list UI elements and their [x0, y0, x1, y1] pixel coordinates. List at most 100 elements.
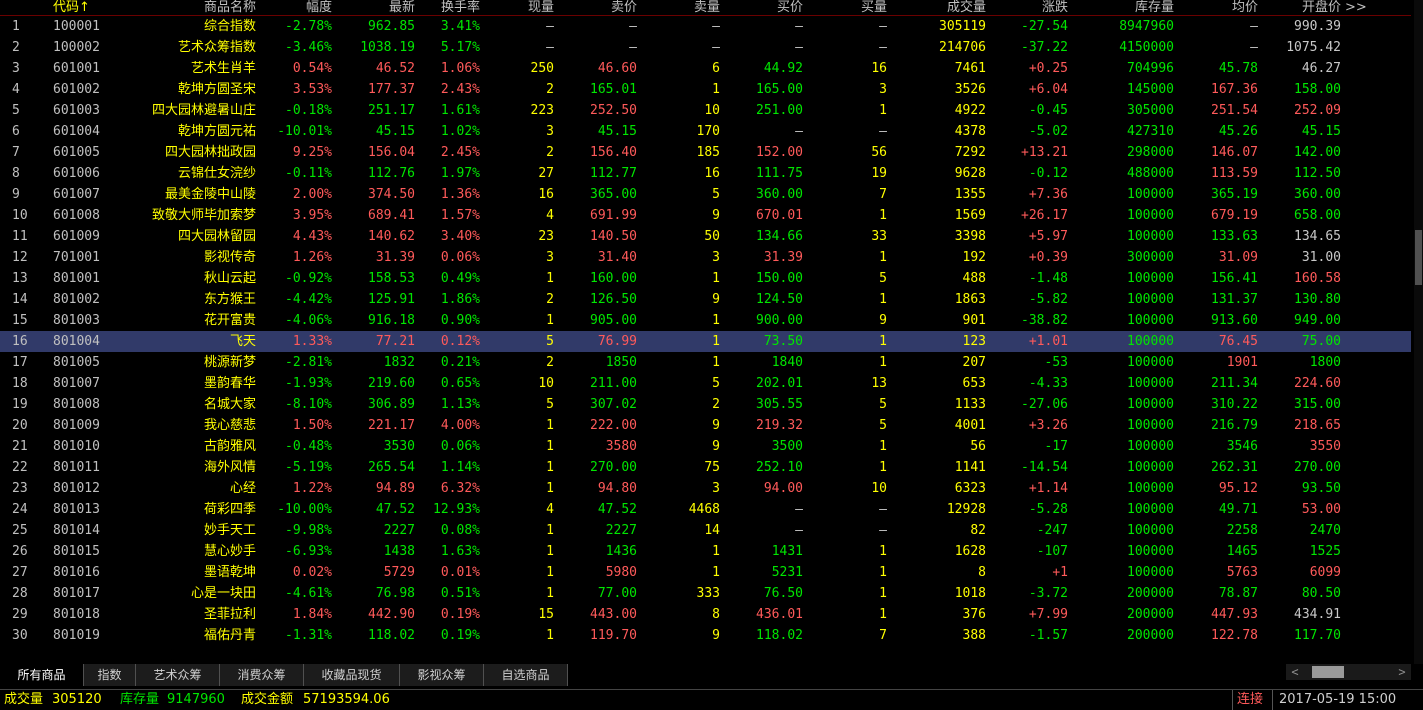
scroll-right-icon[interactable]: > [1393, 664, 1411, 680]
cell-cur: 250 [530, 61, 554, 76]
cell-code: 601007 [53, 187, 100, 202]
tab-6[interactable]: 自选商品 [484, 664, 568, 686]
cell-name: 心经 [229, 481, 256, 496]
table-row[interactable]: 25 801014 妙手天工 -9.98% 2227 0.08% 1 2227 14 — — 82 -2… [0, 520, 1411, 541]
column-header-ask[interactable]: 卖价 [560, 0, 637, 15]
tab-1[interactable]: 指数 [84, 664, 136, 686]
cell-bidv: 1 [879, 250, 887, 265]
cell-pct: -10.00% [277, 502, 332, 517]
vertical-scroll-thumb[interactable] [1415, 230, 1422, 285]
table-row[interactable]: 23 801012 心经 1.22% 94.89 6.32% 1 94.80 3 94.00 10 6… [0, 478, 1411, 499]
cell-n: 4 [12, 82, 20, 97]
table-row[interactable]: 18 801007 墨韵春华 -1.93% 219.60 0.65% 10 211.00 5 20… [0, 373, 1411, 394]
column-header-chg[interactable]: 涨跌 [992, 0, 1068, 15]
tab-2[interactable]: 艺术众筹 [136, 664, 220, 686]
table-row[interactable]: 8 601006 云锦仕女浣纱 -0.11% 112.76 1.97% 27 112.77 16… [0, 163, 1411, 184]
table-row[interactable]: 24 801013 荷彩四季 -10.00% 47.52 12.93% 4 47.52 4468… [0, 499, 1411, 520]
cell-askv: 14 [704, 523, 720, 538]
table-row[interactable]: 12 701001 影视传奇 1.26% 31.39 0.06% 3 31.40 3 31.39 1… [0, 247, 1411, 268]
cell-last: 374.50 [368, 187, 415, 202]
table-row[interactable]: 1 100001 综合指数 -2.78% 962.85 3.41% — — — — — 305119 -… [0, 16, 1411, 37]
cell-chg: -17 [1044, 439, 1068, 454]
table-row[interactable]: 29 801018 圣菲拉利 1.84% 442.90 0.19% 15 443.00 8 436… [0, 604, 1411, 625]
cell-ask: 140.50 [590, 229, 637, 244]
column-header-code[interactable]: 代码↑ [53, 0, 113, 15]
cell-askv: 3 [712, 250, 720, 265]
cell-n: 30 [12, 628, 28, 643]
cell-ask: 46.60 [597, 61, 637, 76]
column-header-vol[interactable]: 成交量 [900, 0, 986, 15]
column-header-stock[interactable]: 库存量 [1078, 0, 1174, 15]
table-row[interactable]: 20 801009 我心慈悲 1.50% 221.17 4.00% 1 222.00 9 219.… [0, 415, 1411, 436]
table-body: 1 100001 综合指数 -2.78% 962.85 3.41% — — — — —305119-… [0, 16, 1411, 646]
cell-pct: -4.42% [285, 292, 332, 307]
cell-name: 东方猴王 [203, 292, 256, 307]
cell-pct: -2.81% [285, 355, 332, 370]
table-row[interactable]: 7 601005 四大园林拙政园 9.25% 156.04 2.45% 2 156.40 185… [0, 142, 1411, 163]
table-row[interactable]: 6 601004 乾坤方圆元祐 -10.01% 45.15 1.02% 3 45.15 170 —… [0, 121, 1411, 142]
table-row[interactable]: 9 601007 最美金陵中山陵 2.00% 374.50 1.36% 16 365.00 5 3… [0, 184, 1411, 205]
cell-avg: 78.87 [1218, 586, 1258, 601]
table-row[interactable]: 26 801015 慧心妙手 -6.93% 1438 1.63% 1 1436 1 1431 1 16… [0, 541, 1411, 562]
cell-turn: 1.97% [440, 166, 480, 181]
cell-last: 1832 [383, 355, 415, 370]
cell-vol: 3526 [954, 82, 986, 97]
table-row[interactable]: 10 601008 致敬大师毕加索梦 3.95% 689.41 1.57% 4 691.99 9… [0, 205, 1411, 226]
horizontal-scrollbar[interactable]: < > [1286, 664, 1411, 680]
cell-bidv: 1 [879, 208, 887, 223]
column-header-avg[interactable]: 均价 [1182, 0, 1258, 15]
cell-stock: 100000 [1127, 565, 1174, 580]
table-row[interactable]: 15 801003 花开富贵 -4.06% 916.18 0.90% 1 905.00 1 900… [0, 310, 1411, 331]
column-header-cur[interactable]: 现量 [488, 0, 554, 15]
cell-n: 27 [12, 565, 28, 580]
cell-code: 801009 [53, 418, 100, 433]
table-row[interactable]: 21 801010 古韵雅风 -0.48% 3530 0.06% 1 3580 9 3500 1 56… [0, 436, 1411, 457]
table-row[interactable]: 11 601009 四大园林留园 4.43% 140.62 3.40% 23 140.50 50… [0, 226, 1411, 247]
table-row[interactable]: 5 601003 四大园林避暑山庄 -0.18% 251.17 1.61% 223 252.5… [0, 100, 1411, 121]
table-row[interactable]: 17 801005 桃源新梦 -2.81% 1832 0.21% 2 1850 1 1840 1 20… [0, 352, 1411, 373]
table-row[interactable]: 28 801017 心是一块田 -4.61% 76.98 0.51% 1 77.00 333 76… [0, 583, 1411, 604]
table-row[interactable]: 27 801016 墨语乾坤 0.02% 5729 0.01% 1 5980 1 5231 1 8 +1… [0, 562, 1411, 583]
column-header-last[interactable]: 最新 [338, 0, 415, 15]
scroll-left-icon[interactable]: < [1286, 664, 1304, 680]
column-header-bid[interactable]: 买价 [728, 0, 803, 15]
table-row[interactable]: 13 801001 秋山云起 -0.92% 158.53 0.49% 1 160.00 1 150… [0, 268, 1411, 289]
cell-pct: 1.26% [292, 250, 332, 265]
cell-turn: 0.06% [440, 250, 480, 265]
cell-bid: 436.01 [756, 607, 803, 622]
cell-open: 31.00 [1301, 250, 1341, 265]
horizontal-scroll-thumb[interactable] [1312, 666, 1344, 678]
cell-last: 306.89 [368, 397, 415, 412]
vertical-scrollbar[interactable] [1414, 0, 1423, 664]
column-header-open[interactable]: 开盘价 [1264, 0, 1341, 15]
column-header-pct[interactable]: 幅度 [262, 0, 332, 15]
cell-chg: -5.82 [1028, 292, 1068, 307]
tab-4[interactable]: 收藏品现货 [304, 664, 400, 686]
column-header-turn[interactable]: 换手率 [418, 0, 480, 15]
table-row[interactable]: 14 801002 东方猴王 -4.42% 125.91 1.86% 2 126.50 9 124… [0, 289, 1411, 310]
connection-status[interactable]: 连接 [1232, 690, 1277, 710]
more-columns-icon[interactable]: >> [1345, 0, 1367, 15]
column-header-name[interactable]: 商品名称 [120, 0, 256, 15]
table-row[interactable]: 2 100002 艺术众筹指数 -3.46% 1038.19 5.17% — — — — — 2147… [0, 37, 1411, 58]
column-header-askv[interactable]: 卖量 [645, 0, 720, 15]
cell-cur: 3 [546, 124, 554, 139]
tab-5[interactable]: 影视众筹 [400, 664, 484, 686]
cell-name: 影视传奇 [203, 250, 256, 265]
table-row[interactable]: 3 601001 艺术生肖羊 0.54% 46.52 1.06% 250 46.60 6 44.9… [0, 58, 1411, 79]
cell-open: 158.00 [1294, 82, 1341, 97]
cell-chg: -4.33 [1028, 376, 1068, 391]
cell-ask: 45.15 [597, 124, 637, 139]
table-row[interactable]: 4 601002 乾坤方圆圣宋 3.53% 177.37 2.43% 2 165.01 1 165… [0, 79, 1411, 100]
table-row[interactable]: 16 801004 飞天 1.33% 77.21 0.12% 5 76.99 1 73.50 1 12… [0, 331, 1411, 352]
table-row[interactable]: 19 801008 名城大家 -8.10% 306.89 1.13% 5 307.02 2 305… [0, 394, 1411, 415]
tab-3[interactable]: 消费众筹 [220, 664, 304, 686]
tab-0[interactable]: 所有商品 [0, 664, 84, 686]
cell-chg: +5.97 [1028, 229, 1068, 244]
table-row[interactable]: 30 801019 福佑丹青 -1.31% 118.02 0.19% 1 119.70 9 118… [0, 625, 1411, 646]
table-row[interactable]: 22 801011 海外风情 -5.19% 265.54 1.14% 1 270.00 75 25… [0, 457, 1411, 478]
cell-bidv: 1 [879, 292, 887, 307]
column-header-bidv[interactable]: 买量 [810, 0, 887, 15]
cell-avg: 3546 [1226, 439, 1258, 454]
cell-last: 221.17 [368, 418, 415, 433]
